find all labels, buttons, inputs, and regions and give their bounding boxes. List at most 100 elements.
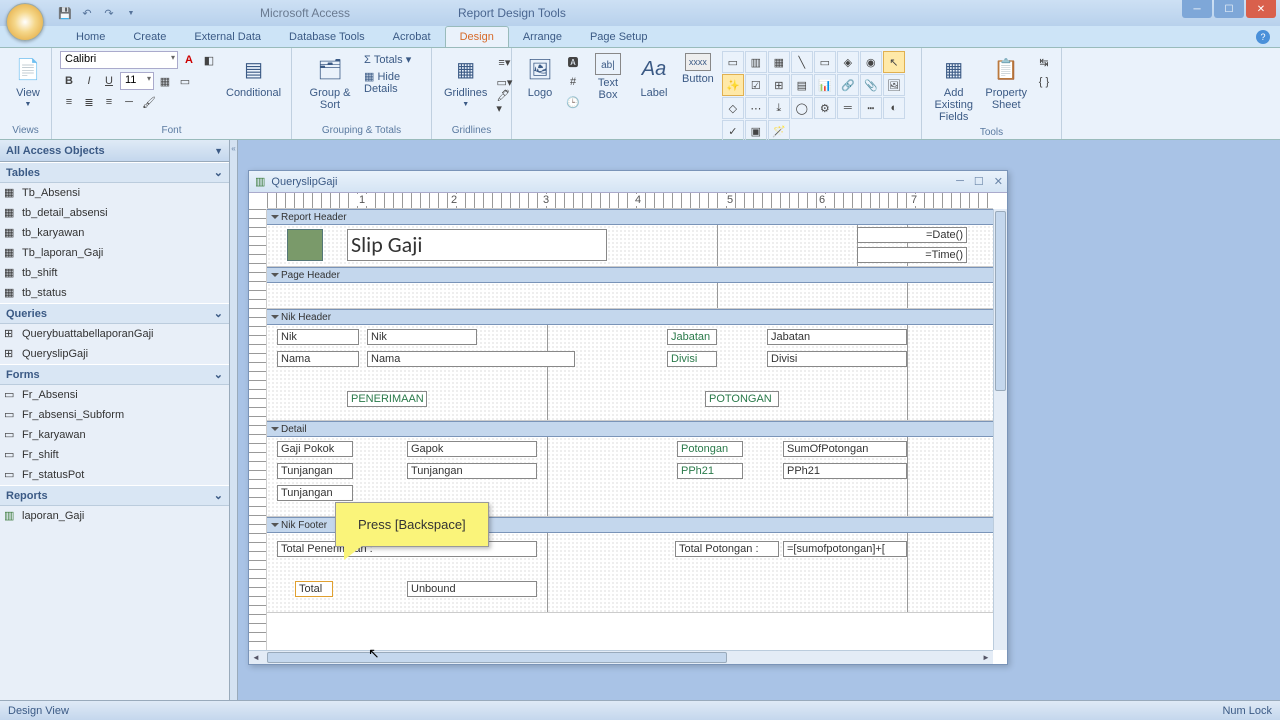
title-icon[interactable]: 🅰 — [564, 53, 582, 71]
button-button[interactable]: xxxxButton — [678, 51, 718, 87]
scroll-right-icon[interactable]: ► — [979, 652, 993, 664]
doc-close-icon[interactable]: ✕ — [994, 175, 1003, 188]
sumofpotongan-field[interactable]: SumOfPotongan — [783, 441, 907, 457]
align-center-icon[interactable]: ≣ — [80, 93, 98, 111]
nav-item-report[interactable]: ▥laporan_Gaji — [0, 506, 229, 526]
nav-group-queries[interactable]: Queries⌄ — [0, 303, 229, 324]
scroll-left-icon[interactable]: ◄ — [249, 652, 263, 664]
wizard-tool-icon[interactable]: ✨ — [722, 74, 744, 96]
line-style-icon[interactable]: ─ — [120, 93, 138, 111]
toggle-icon[interactable]: ⊞ — [768, 74, 790, 96]
minimize-button[interactable]: ─ — [1182, 0, 1212, 18]
horizontal-ruler[interactable]: 1234567 — [267, 193, 993, 209]
collapse-icon[interactable]: ⌄ — [214, 489, 223, 502]
scroll-thumb[interactable] — [995, 211, 1006, 391]
gridlines-button[interactable]: ▦Gridlines▼ — [440, 51, 491, 110]
grid-width-icon[interactable]: ≡▾ — [495, 53, 513, 71]
undo-icon[interactable]: ↶ — [80, 6, 94, 20]
tab-database-tools[interactable]: Database Tools — [275, 27, 379, 47]
nav-item-form[interactable]: ▭Fr_statusPot — [0, 465, 229, 485]
nav-item-table[interactable]: ▦tb_detail_absensi — [0, 203, 229, 223]
use-wizards-icon[interactable]: 🪄 — [768, 120, 790, 142]
divisi-field[interactable]: Divisi — [767, 351, 907, 367]
tab-arrange[interactable]: Arrange — [509, 27, 576, 47]
doc-maximize-icon[interactable]: ☐ — [974, 175, 984, 188]
total-potongan-field[interactable]: =[sumofpotongan]+[ — [783, 541, 907, 557]
totals-button[interactable]: Σ Totals ▾ — [364, 53, 423, 66]
option-button-icon[interactable]: ◯ — [791, 97, 813, 119]
section-detail[interactable]: Detail — [267, 421, 993, 437]
set-defaults-icon[interactable]: ✓ — [722, 120, 744, 142]
section-page-header[interactable]: Page Header — [267, 267, 993, 283]
tab-acrobat[interactable]: Acrobat — [379, 27, 445, 47]
unbound-field[interactable]: Unbound — [407, 581, 537, 597]
horizontal-scrollbar[interactable]: ◄► — [249, 650, 993, 664]
nav-item-form[interactable]: ▭Fr_Absensi — [0, 385, 229, 405]
page-break-icon[interactable]: ⤓ — [768, 97, 790, 119]
font-size-combo[interactable]: 11 — [120, 72, 154, 90]
conditional-button[interactable]: ▤Conditional — [222, 51, 285, 101]
italic-button[interactable]: I — [80, 72, 98, 90]
page-numbers-icon[interactable]: # — [564, 73, 582, 91]
office-button[interactable] — [6, 3, 44, 41]
nav-item-form[interactable]: ▭Fr_karyawan — [0, 425, 229, 445]
font-name-combo[interactable]: Calibri — [60, 51, 178, 69]
bound-frame-icon[interactable]: ◈ — [837, 51, 859, 73]
section-nik-header[interactable]: Nik Header — [267, 309, 993, 325]
tab-control-icon[interactable]: ▤ — [791, 74, 813, 96]
help-icon[interactable]: ? — [1256, 30, 1270, 44]
nik-label[interactable]: Nik — [277, 329, 359, 345]
label-button[interactable]: AaLabel — [634, 51, 674, 101]
nav-item-query[interactable]: ⊞QueryslipGaji — [0, 344, 229, 364]
tunjangan-label[interactable]: Tunjangan — [277, 463, 353, 479]
report-title-label[interactable]: Slip Gaji — [347, 229, 607, 261]
grid-color-icon[interactable]: 🖊▾ — [495, 93, 513, 111]
nav-item-table[interactable]: ▦Tb_laporan_Gaji — [0, 243, 229, 263]
penerimaan-label[interactable]: PENERIMAAN — [347, 391, 427, 407]
more-controls-icon[interactable]: ⋯ — [745, 97, 767, 119]
time-field[interactable]: =Time() — [857, 247, 967, 263]
rectangle-icon[interactable]: ▭ — [814, 51, 836, 73]
special-effect-icon[interactable]: ◐ — [883, 97, 905, 119]
maximize-button[interactable]: ☐ — [1214, 0, 1244, 18]
nav-group-tables[interactable]: Tables⌄ — [0, 162, 229, 183]
nama-field[interactable]: Nama — [367, 351, 575, 367]
underline-button[interactable]: U — [100, 72, 118, 90]
gapok-field[interactable]: Gapok — [407, 441, 537, 457]
textbox-button[interactable]: ab|Text Box — [586, 51, 630, 103]
nik-field[interactable]: Nik — [367, 329, 477, 345]
nav-group-forms[interactable]: Forms⌄ — [0, 364, 229, 385]
document-title-bar[interactable]: ▥ QueryslipGaji ─ ☐ ✕ — [249, 171, 1007, 193]
property-sheet-button[interactable]: 📋Property Sheet — [981, 51, 1031, 113]
tab-page-setup[interactable]: Page Setup — [576, 27, 662, 47]
nav-item-table[interactable]: ▦tb_status — [0, 283, 229, 303]
close-button[interactable]: ✕ — [1246, 0, 1276, 18]
nav-pane-header[interactable]: All Access Objects▼ — [0, 140, 229, 162]
total-label-selected[interactable]: Total — [295, 581, 333, 597]
code-icon[interactable]: { } — [1035, 73, 1053, 91]
nav-item-form[interactable]: ▭Fr_shift — [0, 445, 229, 465]
nav-splitter[interactable]: « — [230, 140, 238, 700]
nav-item-table[interactable]: ▦tb_shift — [0, 263, 229, 283]
chart-icon[interactable]: 📊 — [814, 74, 836, 96]
logo-button[interactable]: 🖼Logo — [520, 51, 560, 101]
hyperlink-icon[interactable]: 🔗 — [837, 74, 859, 96]
section-report-header[interactable]: Report Header — [267, 209, 993, 225]
jabatan-field[interactable]: Jabatan — [767, 329, 907, 345]
group-sort-button[interactable]: 🗂Group & Sort — [300, 51, 360, 113]
logo-placeholder[interactable] — [287, 229, 323, 261]
nama-label[interactable]: Nama — [277, 351, 359, 367]
pph21-label[interactable]: PPh21 — [677, 463, 743, 479]
collapse-icon[interactable]: ⌄ — [214, 368, 223, 381]
tunjangan-field[interactable]: Tunjangan — [407, 463, 537, 479]
activex-icon[interactable]: ⚙ — [814, 97, 836, 119]
jabatan-label[interactable]: Jabatan — [667, 329, 717, 345]
hide-details-button[interactable]: ▦ Hide Details — [364, 70, 423, 95]
checkbox-icon[interactable]: ☑ — [745, 74, 767, 96]
divisi-label[interactable]: Divisi — [667, 351, 717, 367]
combo-box-icon[interactable]: ▭ — [722, 51, 744, 73]
nav-item-query[interactable]: ⊞QuerybuattabellaporanGaji — [0, 324, 229, 344]
view-button[interactable]: 📄View▼ — [8, 51, 48, 110]
unbound-frame-icon[interactable]: ◇ — [722, 97, 744, 119]
font-color-icon[interactable]: A — [180, 51, 198, 69]
